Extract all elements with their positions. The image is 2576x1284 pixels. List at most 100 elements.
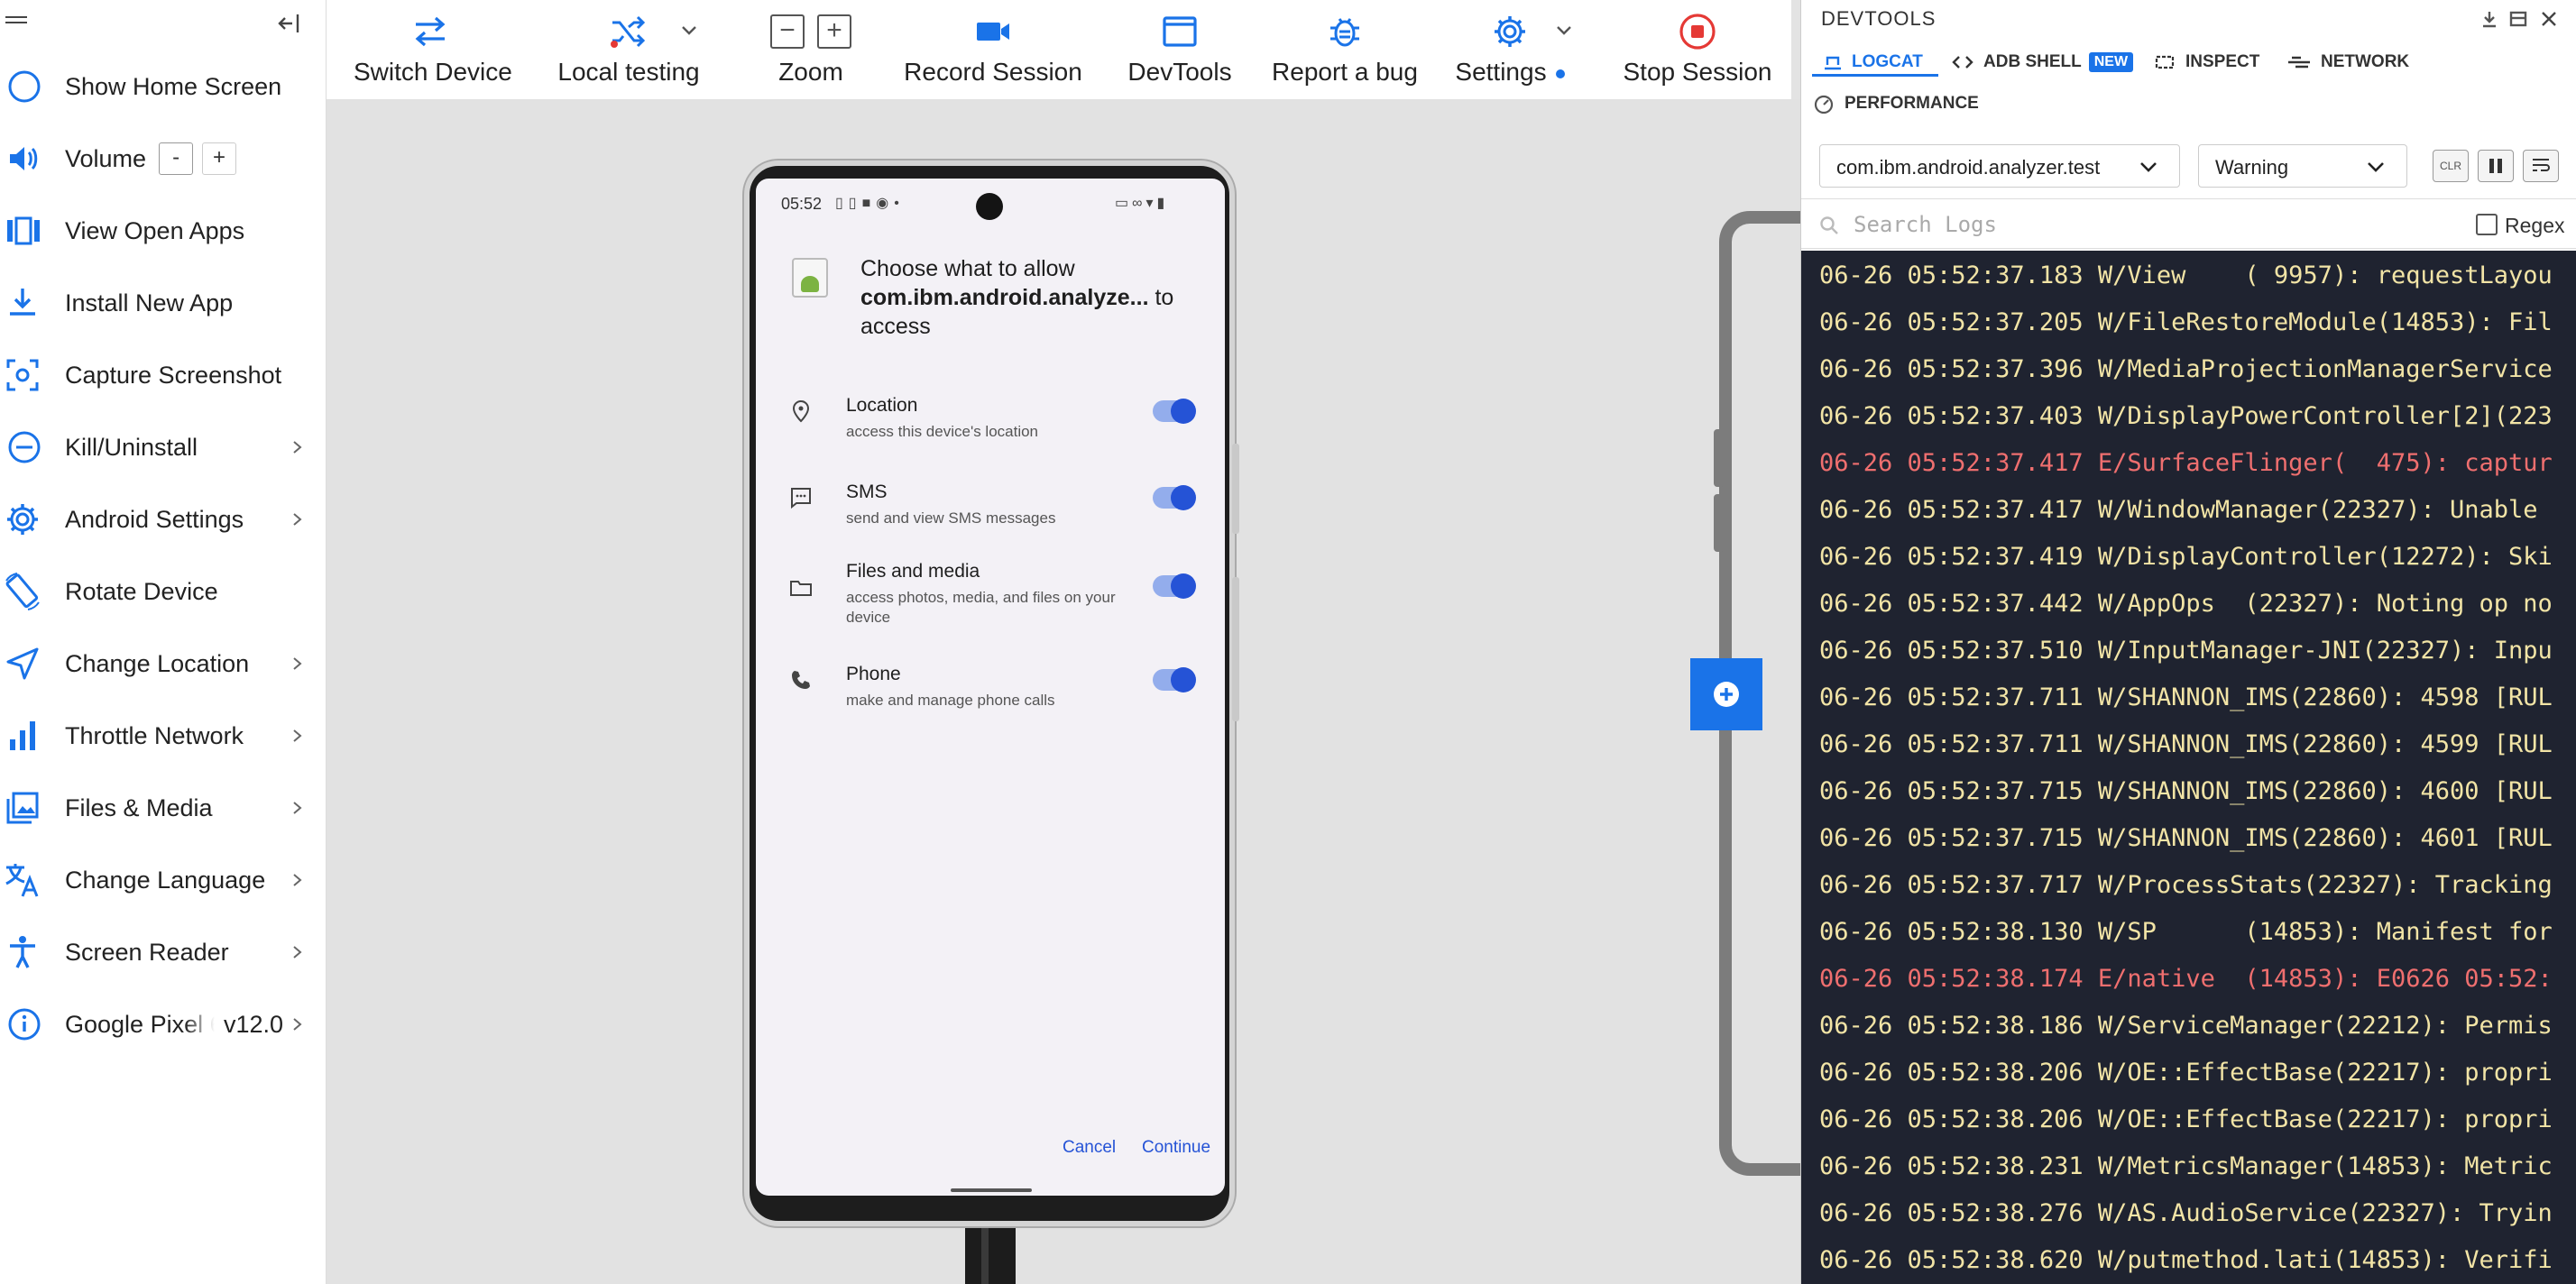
sidebar-item-label: Android Settings — [65, 505, 244, 533]
settings-button[interactable]: Settings — [1438, 0, 1582, 99]
sidebar-item-label: Change Language — [65, 866, 266, 894]
phone-toggle[interactable] — [1153, 667, 1196, 692]
video-camera-icon — [879, 0, 1108, 63]
chevron-down-icon — [2368, 162, 2384, 172]
collapse-sidebar-icon[interactable] — [274, 9, 303, 38]
volume-down-button[interactable]: - — [159, 142, 194, 175]
package-select[interactable]: com.ibm.android.analyzer.test — [1819, 144, 2180, 188]
notification-icons: ▯▯■◉• — [835, 196, 905, 211]
sidebar-item-throttle-network[interactable]: Throttle Network — [0, 700, 327, 772]
gauge-icon — [1812, 94, 1835, 114]
clear-logs-label: CLR — [2439, 160, 2461, 172]
log-line: 06-26 05:52:37.715 W/SHANNON_IMS(22860):… — [1819, 824, 2553, 852]
log-line: 06-26 05:52:37.717 W/ProcessStats(22327)… — [1819, 871, 2553, 899]
tab-adb-shell[interactable]: ADB SHELL NEW — [1951, 52, 2134, 72]
permission-row-files-media: Files and media access photos, media, an… — [756, 554, 1225, 635]
log-line: 06-26 05:52:38.174 E/native (14853): E06… — [1819, 965, 2553, 993]
chevron-right-icon — [293, 513, 302, 526]
rotated-device-knob — [1714, 494, 1725, 552]
sidebar-item-screen-reader[interactable]: Screen Reader — [0, 916, 327, 988]
open-apps-icon — [0, 208, 45, 253]
sidebar-item-capture-screenshot[interactable]: Capture Screenshot — [0, 339, 327, 411]
record-session-label: Record Session — [904, 58, 1082, 86]
add-device-button[interactable] — [1690, 658, 1762, 730]
log-search-bar: Regex — [1801, 198, 2576, 249]
permission-row-phone: Phone make and manage phone calls — [756, 656, 1225, 738]
switch-device-button[interactable]: Switch Device — [354, 0, 512, 99]
report-bug-button[interactable]: Report a bug — [1252, 0, 1438, 99]
chevron-right-icon — [293, 946, 302, 958]
location-toggle[interactable] — [1153, 399, 1196, 424]
sidebar-item-rotate-device[interactable]: Rotate Device — [0, 555, 327, 628]
devtools-button[interactable]: DevTools — [1108, 0, 1252, 99]
minus-circle-icon — [0, 425, 45, 470]
sidebar-item-label: Kill/Uninstall — [65, 433, 198, 461]
sidebar-item-files-media[interactable]: Files & Media — [0, 772, 327, 844]
dock-window-icon[interactable] — [2508, 9, 2528, 29]
dialog-app-name: com.ibm.android.analyze... — [860, 285, 1149, 310]
log-line: 06-26 05:52:38.206 W/OE::EffectBase(2221… — [1819, 1105, 2553, 1133]
local-testing-dropdown-icon[interactable] — [678, 22, 700, 40]
tab-label: ADB SHELL — [1983, 52, 2082, 71]
tab-inspect[interactable]: INSPECT — [2153, 52, 2259, 72]
zoom-in-button[interactable]: + — [817, 14, 851, 49]
system-status-icons: ▭∞▾▮ — [1115, 196, 1169, 211]
settings-notification-dot — [1555, 69, 1565, 78]
settings-dropdown-icon[interactable] — [1553, 22, 1575, 40]
record-session-button[interactable]: Record Session — [879, 0, 1108, 99]
permission-row-sms: SMS send and view SMS messages — [756, 474, 1225, 555]
permission-subtitle: access this device's location — [846, 423, 1039, 440]
local-testing-button[interactable]: Local testing — [552, 0, 705, 99]
search-logs-input[interactable] — [1854, 206, 2395, 243]
log-line: 06-26 05:52:37.419 W/DisplayController(1… — [1819, 543, 2553, 571]
cancel-button[interactable]: Cancel — [1063, 1138, 1116, 1158]
log-level-select[interactable]: Warning — [2198, 144, 2407, 188]
permission-dialog-title: Choose what to allow com.ibm.android.ana… — [860, 254, 1221, 341]
sidebar-item-device-info[interactable]: Google Pixel 6 v12.0 — [0, 988, 327, 1060]
sidebar-item-view-open-apps[interactable]: View Open Apps — [0, 195, 327, 267]
chevron-right-icon — [293, 802, 302, 814]
chevron-right-icon — [293, 874, 302, 886]
rotated-device-knob — [1714, 429, 1725, 487]
accessibility-icon — [0, 930, 45, 975]
pause-logs-button[interactable] — [2478, 150, 2514, 182]
logcat-output[interactable]: 06-26 05:52:37.183 W/View ( 9957): reque… — [1801, 251, 2576, 1284]
plus-circle-icon — [1714, 682, 1739, 707]
volume-up-button[interactable]: + — [202, 142, 237, 175]
download-logs-icon[interactable] — [2479, 9, 2499, 29]
close-icon[interactable] — [2539, 9, 2559, 29]
download-icon — [0, 280, 45, 326]
zoom-out-button[interactable]: − — [770, 14, 805, 49]
search-icon — [1820, 216, 1838, 234]
report-bug-label: Report a bug — [1272, 58, 1418, 86]
sidebar-item-label: Throttle Network — [65, 721, 244, 749]
stop-icon — [1607, 0, 1788, 63]
gesture-home-bar[interactable] — [951, 1188, 1032, 1192]
continue-button[interactable]: Continue — [1142, 1138, 1210, 1158]
log-line: 06-26 05:52:38.276 W/AS.AudioService(223… — [1819, 1199, 2553, 1227]
hamburger-menu-icon[interactable] — [5, 16, 27, 29]
sms-toggle[interactable] — [1153, 485, 1196, 510]
regex-label: Regex — [2505, 214, 2565, 237]
wrap-lines-button[interactable] — [2523, 150, 2559, 182]
stop-session-button[interactable]: Stop Session — [1607, 0, 1788, 99]
tab-logcat[interactable]: LOGCAT — [1823, 52, 1923, 72]
switch-device-label: Switch Device — [354, 58, 512, 86]
clear-logs-button[interactable]: CLR — [2433, 150, 2469, 182]
sidebar-item-android-settings[interactable]: Android Settings — [0, 483, 327, 555]
sidebar-item-install-new-app[interactable]: Install New App — [0, 267, 327, 339]
log-line: 06-26 05:52:38.620 W/putmethod.lati(1485… — [1819, 1246, 2553, 1274]
sidebar-item-show-home-screen[interactable]: Show Home Screen — [0, 50, 327, 123]
sidebar-item-change-location[interactable]: Change Location — [0, 628, 327, 700]
files-media-toggle[interactable] — [1153, 573, 1196, 599]
local-testing-label: Local testing — [557, 58, 700, 86]
sidebar-item-change-language[interactable]: Change Language — [0, 844, 327, 916]
phone-screen[interactable]: 05:52 ▯▯■◉• ▭∞▾▮ Choose what to allow co… — [756, 179, 1225, 1196]
tab-network[interactable]: NETWORK — [2286, 52, 2409, 72]
sidebar-item-kill-uninstall[interactable]: Kill/Uninstall — [0, 411, 327, 483]
translate-icon — [0, 858, 45, 903]
log-line: 06-26 05:52:38.130 W/SP (14853): Manifes… — [1819, 918, 2553, 946]
permission-title: Phone — [846, 664, 901, 684]
regex-checkbox[interactable] — [2476, 214, 2498, 235]
tab-performance[interactable]: PERFORMANCE — [1812, 94, 1979, 114]
